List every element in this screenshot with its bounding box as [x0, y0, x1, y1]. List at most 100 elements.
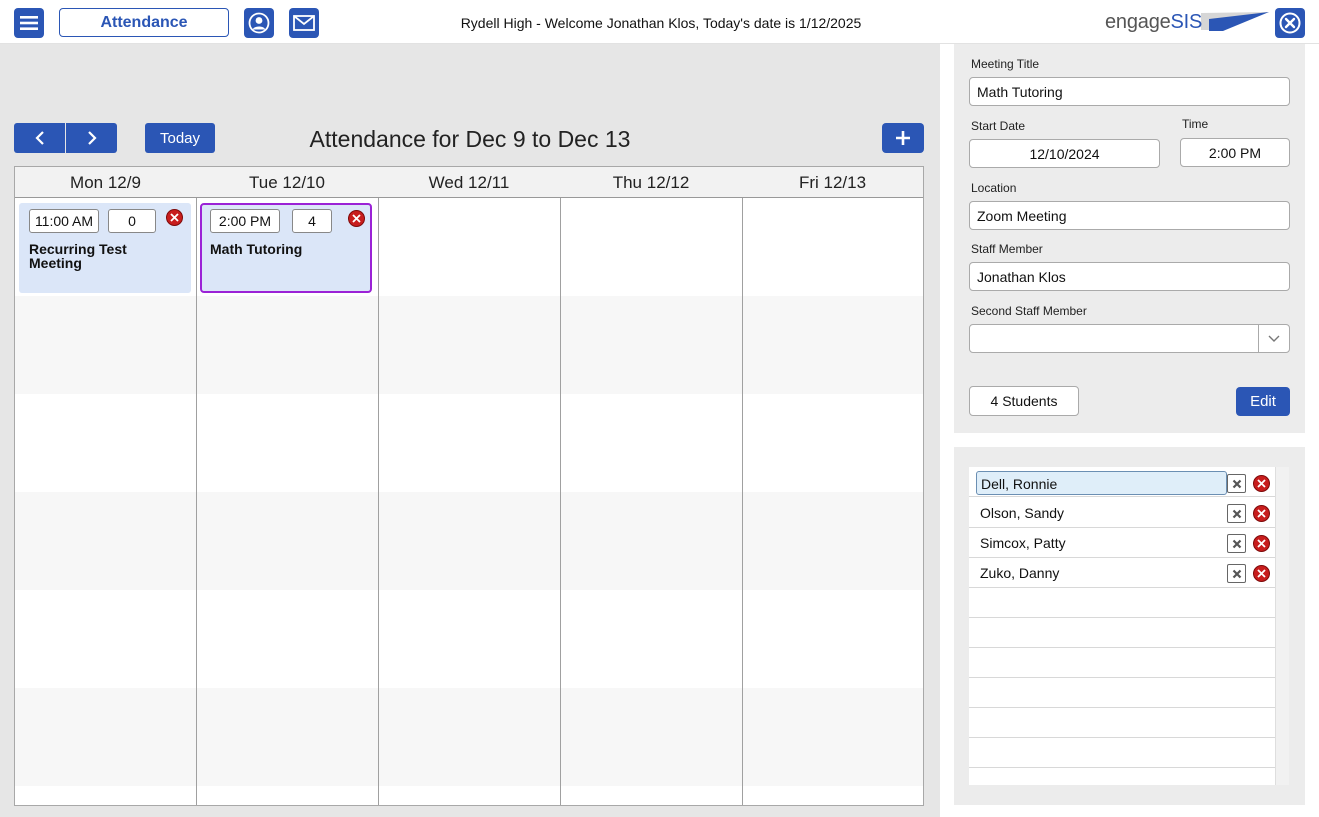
edit-button[interactable]: Edit	[1236, 387, 1290, 416]
event-card-math-tutoring[interactable]: 2:00 PM 4 Math Tutoring	[200, 203, 372, 293]
location-input[interactable]: Zoom Meeting	[969, 201, 1290, 230]
student-list-panel: Dell, Ronnie Olson, Sandy Simcox, Patty	[954, 447, 1305, 805]
calendar-band	[15, 688, 923, 786]
student-row[interactable]: Olson, Sandy	[969, 498, 1275, 528]
day-header-mon: Mon 12/9	[70, 172, 141, 192]
delete-x-icon	[1257, 479, 1266, 488]
engagesis-logo: engageSIS	[1105, 9, 1273, 37]
close-button[interactable]	[1275, 8, 1305, 38]
empty-row	[969, 678, 1275, 708]
delete-x-icon	[1257, 509, 1266, 518]
event-count[interactable]: 0	[108, 209, 156, 233]
time-label: Time	[1182, 117, 1209, 131]
delete-student-button[interactable]	[1253, 505, 1270, 522]
student-row[interactable]: Dell, Ronnie	[969, 467, 1275, 497]
logo-engage: engage	[1105, 11, 1171, 33]
person-icon	[248, 12, 270, 34]
delete-x-icon	[352, 214, 361, 223]
delete-event-button[interactable]	[348, 210, 365, 227]
student-name: Olson, Sandy	[980, 505, 1065, 521]
column-divider	[196, 198, 197, 805]
column-divider	[560, 198, 561, 805]
mail-icon	[293, 15, 315, 31]
empty-row	[969, 618, 1275, 648]
x-mark-icon	[1232, 479, 1241, 488]
empty-row	[969, 588, 1275, 618]
list-scrollbar[interactable]	[1275, 467, 1289, 785]
meeting-title-label: Meeting Title	[971, 57, 1040, 71]
calendar-band	[15, 394, 923, 492]
second-staff-select[interactable]	[969, 324, 1290, 353]
menu-icon	[20, 16, 38, 30]
dropdown-toggle[interactable]	[1258, 325, 1289, 352]
logo-sis: SIS	[1170, 11, 1203, 33]
remove-student-button[interactable]	[1227, 504, 1246, 523]
remove-student-button[interactable]	[1227, 474, 1246, 493]
delete-student-button[interactable]	[1253, 475, 1270, 492]
chevron-right-icon	[87, 131, 97, 145]
calendar-title: Attendance for Dec 9 to Dec 13	[309, 126, 631, 152]
second-staff-label: Second Staff Member	[971, 304, 1087, 318]
event-time[interactable]: 2:00 PM	[210, 209, 280, 233]
prev-week-button[interactable]	[14, 123, 65, 153]
location-label: Location	[971, 181, 1017, 195]
empty-row	[969, 738, 1275, 768]
welcome-text: Rydell High - Welcome Jonathan Klos, Tod…	[460, 15, 862, 31]
calendar-header: Mon 12/9 Tue 12/10 Wed 12/11 Thu 12/12 F…	[15, 167, 923, 198]
remove-student-button[interactable]	[1227, 534, 1246, 553]
menu-button[interactable]	[14, 8, 44, 38]
event-card-recurring-test-meeting[interactable]: 11:00 AM 0 Recurring Test Meeting	[19, 203, 191, 293]
meeting-title-input[interactable]: Math Tutoring	[969, 77, 1290, 106]
event-title: Math Tutoring	[210, 241, 303, 257]
calendar-band	[15, 296, 923, 394]
module-button[interactable]: Attendance	[59, 8, 229, 37]
student-row[interactable]: Simcox, Patty	[969, 528, 1275, 558]
chevron-left-icon	[34, 131, 44, 145]
week-calendar: Mon 12/9 Tue 12/10 Wed 12/11 Thu 12/12 F…	[14, 166, 924, 806]
delete-event-button[interactable]	[166, 209, 183, 226]
add-meeting-button[interactable]	[882, 123, 924, 153]
delete-student-button[interactable]	[1253, 535, 1270, 552]
student-row[interactable]: Zuko, Danny	[969, 558, 1275, 588]
delete-x-icon	[1257, 539, 1266, 548]
empty-row	[969, 708, 1275, 738]
staff-member-label: Staff Member	[971, 242, 1043, 256]
event-count[interactable]: 4	[292, 209, 332, 233]
delete-x-icon	[170, 213, 179, 222]
logo-text: engageSIS	[1105, 11, 1202, 34]
calendar-band	[15, 492, 923, 590]
student-name: Dell, Ronnie	[981, 476, 1058, 492]
top-bar: Attendance Rydell High - Welcome Jonatha…	[0, 0, 1319, 44]
plus-icon	[896, 131, 910, 145]
column-divider	[742, 198, 743, 805]
event-time[interactable]: 11:00 AM	[29, 209, 99, 233]
chevron-down-icon	[1268, 335, 1280, 342]
student-name: Zuko, Danny	[980, 565, 1060, 581]
start-date-label: Start Date	[971, 119, 1026, 133]
students-button[interactable]: 4 Students	[969, 386, 1079, 416]
event-title-line: Meeting	[29, 255, 82, 271]
x-mark-icon	[1232, 569, 1241, 578]
day-header-tue: Tue 12/10	[249, 172, 325, 192]
x-mark-icon	[1232, 539, 1241, 548]
mail-button[interactable]	[289, 8, 319, 38]
calendar-band	[15, 590, 923, 688]
remove-student-button[interactable]	[1227, 564, 1246, 583]
delete-student-button[interactable]	[1253, 565, 1270, 582]
calendar-pane: Today Attendance for Dec 9 to Dec 13 Mon…	[0, 44, 940, 817]
delete-x-icon	[1257, 569, 1266, 578]
staff-member-input[interactable]: Jonathan Klos	[969, 262, 1290, 291]
next-week-button[interactable]	[66, 123, 117, 153]
calendar-band	[15, 786, 923, 805]
meeting-details-form: Meeting Title Math Tutoring Start Date 1…	[954, 44, 1305, 433]
time-input[interactable]: 2:00 PM	[1180, 138, 1290, 167]
week-nav	[14, 123, 117, 153]
day-header-thu: Thu 12/12	[612, 172, 690, 192]
start-date-input[interactable]: 12/10/2024	[969, 139, 1160, 168]
empty-row	[969, 648, 1275, 678]
today-button[interactable]: Today	[145, 123, 215, 153]
x-mark-icon	[1232, 509, 1241, 518]
profile-button[interactable]	[244, 8, 274, 38]
student-name: Simcox, Patty	[980, 535, 1066, 551]
student-list: Dell, Ronnie Olson, Sandy Simcox, Patty	[969, 467, 1289, 785]
